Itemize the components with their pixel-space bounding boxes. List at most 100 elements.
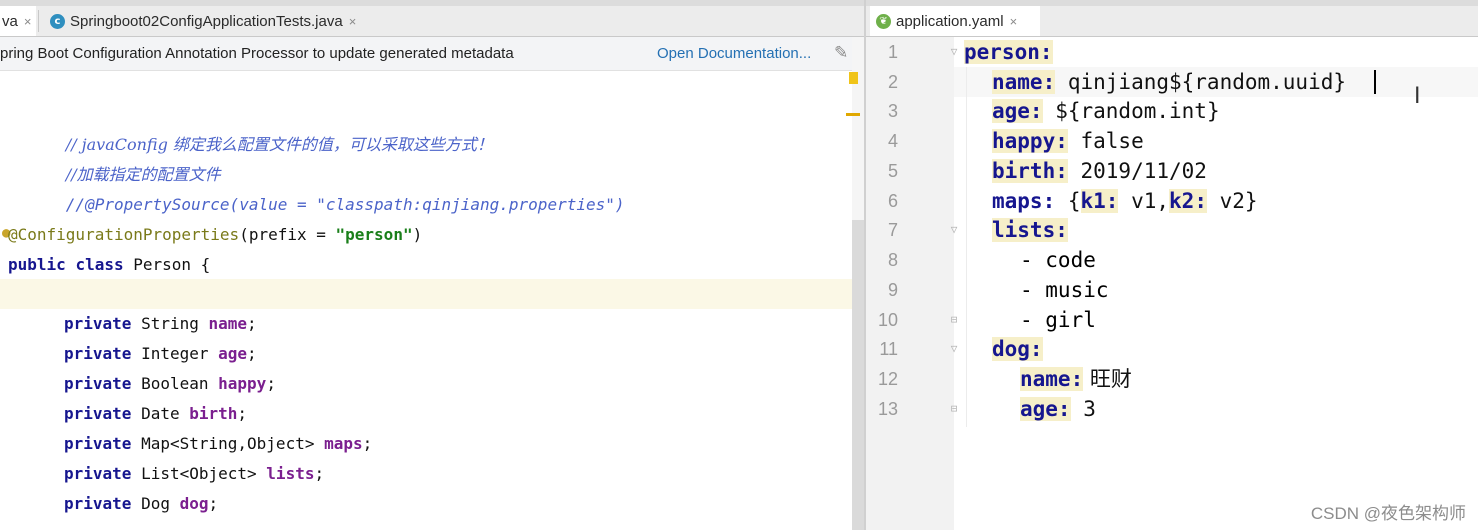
semicolon: ; <box>314 464 325 483</box>
field-type: Date <box>131 404 190 423</box>
field-type: Dog <box>131 494 180 513</box>
java-class-icon: c <box>50 13 65 29</box>
yaml-key: maps: <box>992 189 1056 213</box>
yaml-line: name: qinjiang${random.uuid} <box>992 67 1346 97</box>
code-line: // javaConfig 绑定我么配置文件的值，可以采取这些方式！ <box>8 100 493 154</box>
yaml-key: k2: <box>1169 189 1207 213</box>
yaml-line: dog: <box>992 334 1043 364</box>
yaml-key: name: <box>1020 367 1084 391</box>
keyword: private <box>64 374 132 393</box>
field-name: dog <box>179 494 209 513</box>
yaml-line: happy: false <box>992 126 1144 156</box>
banner-text: pring Boot Configuration Annotation Proc… <box>0 45 514 62</box>
scrollbar-thumb[interactable] <box>852 220 864 530</box>
yaml-key: lists: <box>992 218 1068 242</box>
semicolon: ; <box>208 494 219 513</box>
open-documentation-link[interactable]: Open Documentation... <box>657 45 811 62</box>
watermark: CSDN @夜色架构师 <box>1310 504 1466 523</box>
field-line: private Map<String,Object> maps; <box>64 429 372 459</box>
line-number: 12 <box>877 369 898 389</box>
fold-marker-icon[interactable]: ▽ <box>948 223 960 237</box>
close-icon[interactable]: × <box>349 14 357 29</box>
keyword: private <box>64 404 132 423</box>
yaml-value: v2} <box>1206 189 1258 213</box>
code-line: @ConfigurationProperties(prefix = "perso… <box>8 220 422 250</box>
code-line: public class Person { <box>8 250 210 280</box>
line-number: 1 <box>887 42 898 62</box>
yaml-value: qinjiang${random.uuid} <box>1055 70 1347 94</box>
line-number: 7 <box>887 220 898 240</box>
yaml-line: person: <box>964 37 1053 67</box>
yaml-key: dog: <box>992 337 1043 361</box>
comment: //@PropertySource(value = "classpath:qin… <box>65 195 625 214</box>
yaml-line: birth: 2019/11/02 <box>992 156 1207 186</box>
field-line: private List<Object> lists; <box>64 459 324 489</box>
field-line: private Integer age; <box>64 339 257 369</box>
field-name: birth <box>189 404 238 423</box>
line-number: 13 <box>877 399 898 419</box>
fold-marker-icon[interactable]: ▽ <box>948 342 960 356</box>
paren: ) <box>412 225 423 244</box>
tab-label: application.yaml <box>896 12 1004 30</box>
line-number: 5 <box>887 161 898 181</box>
error-stripe-marker[interactable] <box>846 113 860 116</box>
line-number: 10 <box>877 310 898 330</box>
code-line: //加载指定的配置文件 <box>8 130 221 184</box>
yaml-value: v1, <box>1118 189 1170 213</box>
semicolon: ; <box>247 314 257 333</box>
yaml-line: lists: <box>992 215 1068 245</box>
field-line: private Boolean happy; <box>64 369 276 399</box>
yaml-key: birth: <box>992 159 1068 183</box>
tab-application-yaml[interactable]: ❦ application.yaml × <box>870 6 1040 36</box>
yaml-list-item: - music <box>1020 278 1109 302</box>
line-number: 3 <box>887 101 898 121</box>
yaml-key: age: <box>1020 397 1071 421</box>
field-type: String <box>131 314 209 333</box>
current-line-highlight <box>0 279 852 309</box>
yaml-value: 旺财 <box>1083 367 1132 391</box>
notification-banner: pring Boot Configuration Annotation Proc… <box>0 37 864 71</box>
text-cursor <box>1374 70 1376 94</box>
close-icon[interactable]: × <box>24 14 32 29</box>
yaml-key: happy: <box>992 129 1068 153</box>
yaml-key: name: <box>992 70 1056 94</box>
indent-guide <box>966 67 967 427</box>
keyword: class <box>75 255 124 274</box>
yaml-key: person: <box>964 40 1053 64</box>
settings-icon[interactable]: ✎ <box>834 43 848 63</box>
yaml-line: maps: {k1: v1,k2: v2} <box>992 186 1258 216</box>
tab-springboot-tests[interactable]: c Springboot02ConfigApplicationTests.jav… <box>44 6 396 36</box>
keyword: private <box>64 494 132 513</box>
keyword: public <box>8 255 66 274</box>
tab-label: va <box>2 12 18 30</box>
code-line: //@PropertySource(value = "classpath:qin… <box>8 160 625 214</box>
semicolon: ; <box>362 434 373 453</box>
yaml-value: ${random.int} <box>1042 99 1220 123</box>
tab-separator <box>38 10 39 32</box>
yaml-line: age: 3 <box>1020 394 1096 424</box>
fold-marker-icon[interactable]: ▽ <box>948 45 960 59</box>
field-name: name <box>208 314 248 333</box>
field-name: age <box>218 344 248 363</box>
fold-end-icon[interactable]: ⊟ <box>948 313 960 327</box>
string-literal: "person" <box>335 225 413 244</box>
yaml-list-item: - girl <box>1020 308 1096 332</box>
fold-end-icon[interactable]: ⊟ <box>948 402 960 416</box>
annotation-args: (prefix = <box>239 225 336 244</box>
close-icon[interactable]: × <box>1010 14 1018 29</box>
line-number: 8 <box>887 250 898 270</box>
tab-person-java[interactable]: va × <box>0 6 36 36</box>
keyword: private <box>64 464 132 483</box>
annotation: @ConfigurationProperties <box>8 225 240 244</box>
yaml-value: false <box>1067 129 1144 153</box>
field-line: private Dog dog; <box>64 489 218 519</box>
field-type: Boolean <box>131 374 219 393</box>
field-type: List<Object> <box>131 464 267 483</box>
tab-label: Springboot02ConfigApplicationTests.java <box>70 12 343 30</box>
line-number: 9 <box>887 280 898 300</box>
yaml-line: name: 旺财 <box>1020 364 1132 394</box>
spring-leaf-icon: ❦ <box>876 13 891 29</box>
field-line: private String name; <box>64 309 257 339</box>
warning-marker-icon[interactable] <box>849 72 858 84</box>
mouse-ibeam-icon: I <box>1414 84 1421 109</box>
